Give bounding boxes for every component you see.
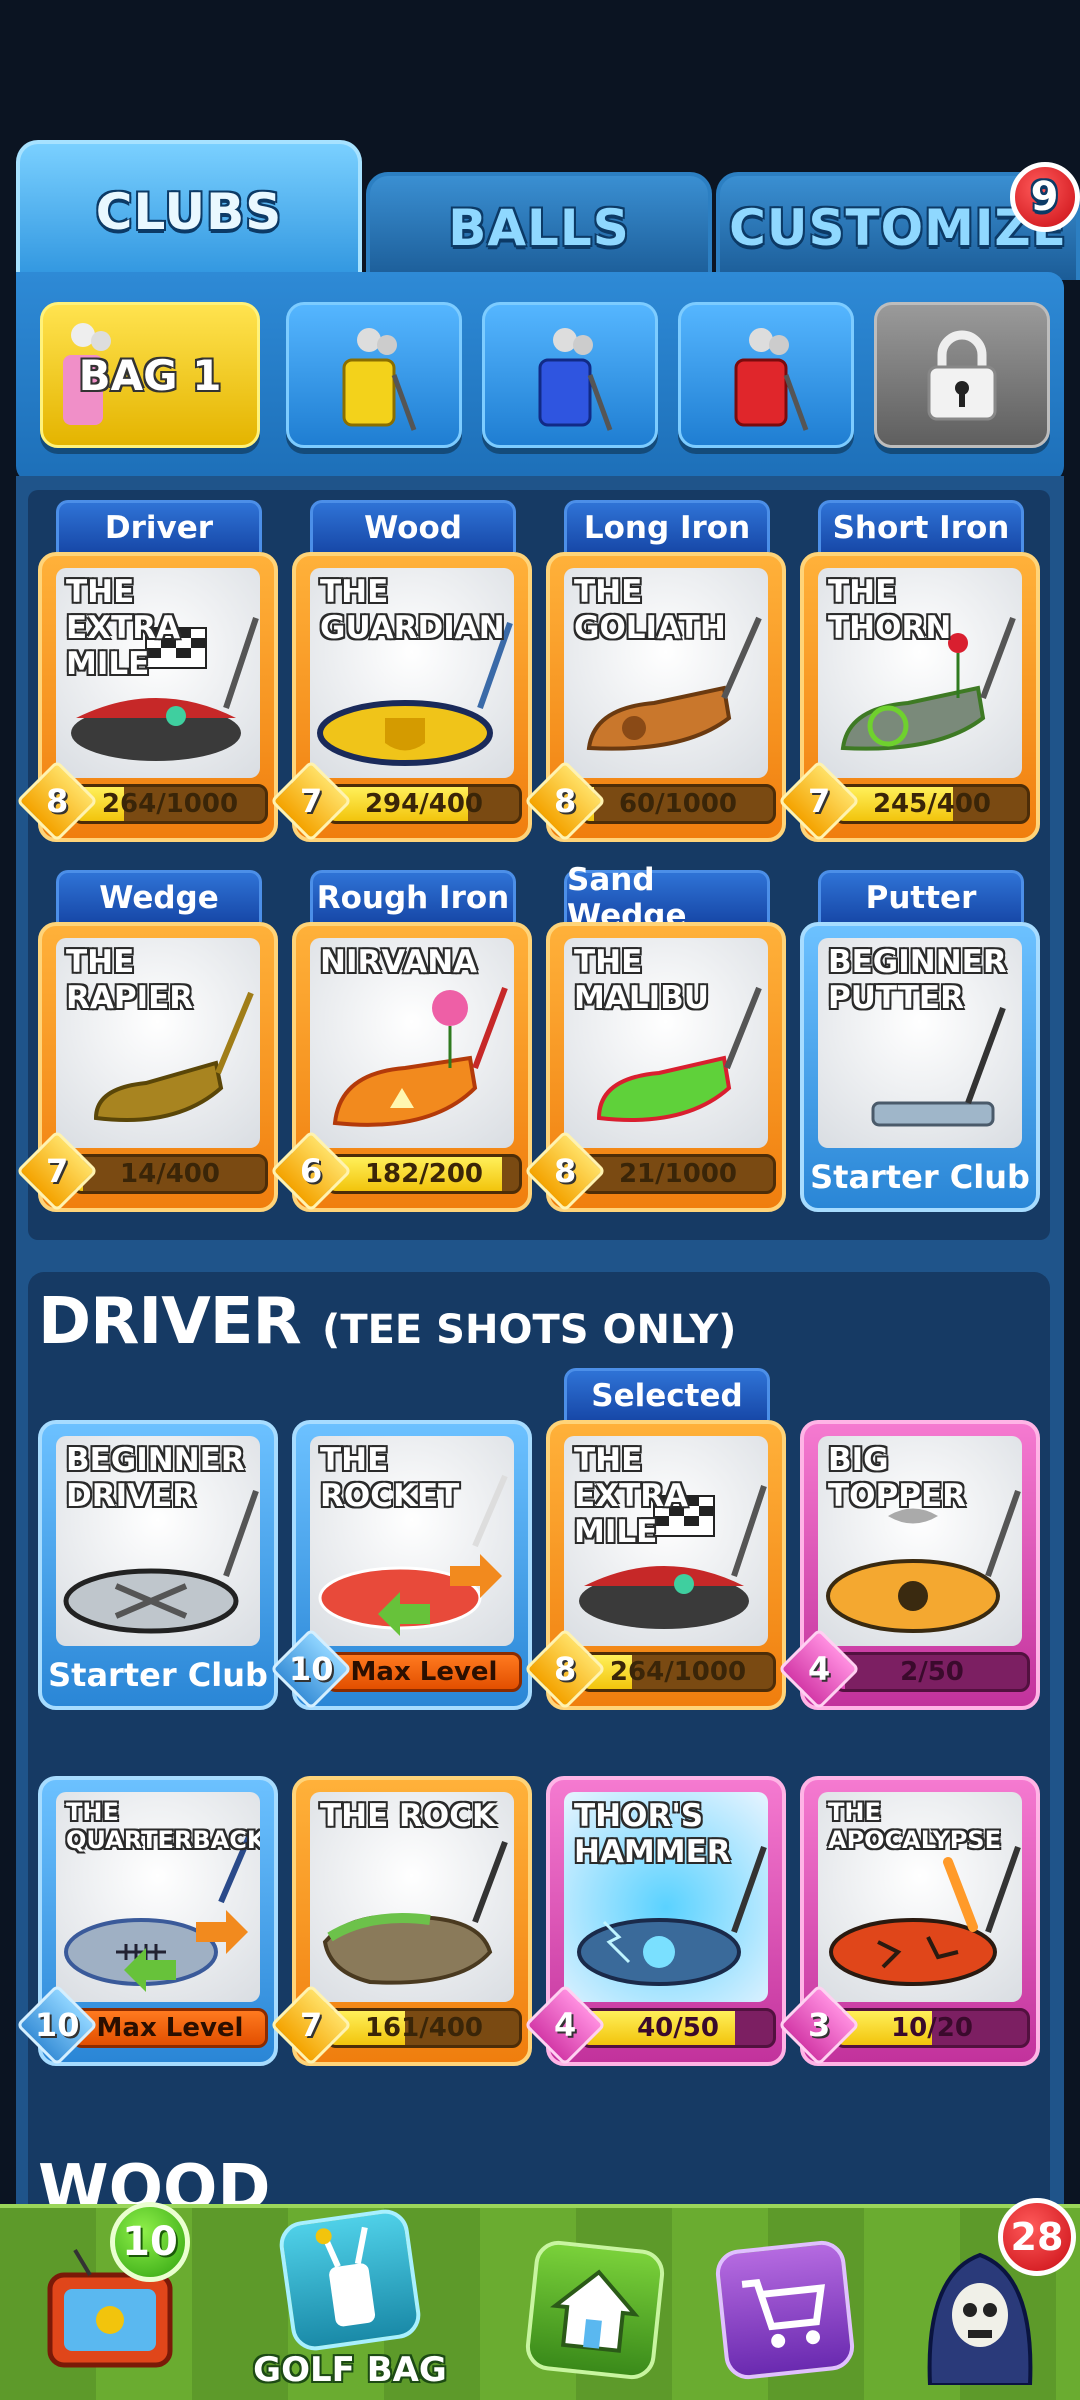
club-name: BEGINNER PUTTER	[828, 944, 1007, 1016]
club-name: NIRVANA	[320, 944, 478, 980]
club-name: THE THORN	[828, 574, 952, 646]
upgrade-progress-bar: 10/20	[834, 2008, 1030, 2048]
bag-selector: BAG 1	[16, 272, 1064, 482]
max-level-bar: Max Level	[326, 1652, 522, 1692]
club-name: THE GOLIATH	[574, 574, 726, 646]
nav-tv-rewards[interactable]: 10	[20, 2202, 200, 2398]
bag-4-button[interactable]	[678, 302, 854, 448]
driver-section-subtitle: (TEE SHOTS ONLY)	[322, 1307, 737, 1353]
driver-card-big-topper[interactable]: BIG TOPPER 2/50 4	[777, 1420, 1040, 1711]
golf-bag-label: GOLF BAG	[253, 2350, 447, 2390]
equipped-sand-wedge-card[interactable]: THE MALIBU 21/1000 8	[523, 922, 786, 1213]
home-icon	[550, 2269, 640, 2353]
equipped-wedge-card[interactable]: THE RAPIER 14/400 7	[15, 922, 278, 1213]
club-name: THE QUARTERBACK	[66, 1798, 260, 1854]
starter-club-label: Starter Club	[48, 1656, 268, 1694]
bottom-navigation: 10 GOLF BAG 28	[0, 2198, 1080, 2400]
club-name: BIG TOPPER	[828, 1442, 966, 1514]
driver-card-thors-hammer[interactable]: THOR'S HAMMER 40/50 4	[523, 1776, 786, 2067]
club-name: THOR'S HAMMER	[574, 1798, 731, 1870]
locked-bag-button[interactable]	[874, 302, 1050, 448]
equipped-short-iron-card[interactable]: THE THORN 245/400 7	[777, 552, 1040, 843]
nav-profile[interactable]: 28	[890, 2198, 1076, 2398]
category-short-iron: Short Iron	[818, 500, 1024, 552]
upgrade-progress-bar: 40/50	[580, 2008, 776, 2048]
upgrade-progress-bar: 14/400	[72, 1154, 268, 1194]
driver-card-quarterback[interactable]: THE QUARTERBACK Max Level 10	[15, 1776, 278, 2067]
selected-label: Selected	[564, 1368, 770, 1420]
tv-rewards-badge: 10	[110, 2202, 190, 2282]
driver-card-rocket[interactable]: THE ROCKET Max Level 10	[269, 1420, 532, 1711]
club-name: THE EXTRA MILE	[66, 574, 181, 682]
equipped-putter-card[interactable]: BEGINNER PUTTER Starter Club	[800, 922, 1040, 1212]
tab-customize[interactable]: CUSTOMIZE 9	[716, 162, 1080, 280]
category-sand-wedge: Sand Wedge	[564, 862, 770, 934]
club-name: THE ROCKET	[320, 1442, 460, 1514]
upgrade-progress-bar: 294/400	[326, 784, 522, 824]
tab-clubs-label: CLUBS	[95, 183, 283, 241]
equipped-driver-card[interactable]: THE EXTRA MILE 264/1000 8	[15, 552, 278, 843]
club-name: THE APOCALYPSE	[828, 1798, 1001, 1854]
golf-bag-tile	[276, 2206, 424, 2354]
lock-icon	[927, 330, 997, 421]
equipped-long-iron-card[interactable]: THE GOLIATH 60/1000 8	[523, 552, 786, 843]
category-wedge: Wedge	[56, 870, 262, 922]
profile-notification-badge: 28	[998, 2198, 1076, 2276]
club-screen: CLUBS BALLS CUSTOMIZE 9 BAG 1 Driver THE…	[0, 0, 1080, 2400]
red-bag-icon	[734, 328, 809, 431]
bag-2-button[interactable]	[286, 302, 462, 448]
category-wood: Wood	[310, 500, 516, 552]
equipped-rough-iron-card[interactable]: NIRVANA 182/200 6	[269, 922, 532, 1213]
tab-clubs[interactable]: CLUBS	[16, 140, 362, 280]
blue-bag-icon	[538, 328, 613, 431]
equipped-wood-card[interactable]: THE GUARDIAN 294/400 7	[269, 552, 532, 843]
upgrade-progress-bar: 264/1000	[580, 1652, 776, 1692]
nav-home[interactable]	[505, 2222, 685, 2398]
driver-card-rock[interactable]: THE ROCK 161/400 7	[269, 1776, 532, 2067]
golf-bag-icon	[315, 2226, 376, 2327]
upgrade-progress-bar: 264/1000	[72, 784, 268, 824]
yellow-bag-icon	[342, 328, 417, 431]
driver-section-title: DRIVER (TEE SHOTS ONLY)	[38, 1285, 737, 1359]
driver-card-beginner[interactable]: BEGINNER DRIVER Starter Club	[38, 1420, 278, 1710]
upgrade-progress-bar: 182/200	[326, 1154, 522, 1194]
category-rough-iron: Rough Iron	[310, 870, 516, 922]
upgrade-progress-bar: 161/400	[326, 2008, 522, 2048]
nav-golf-bag[interactable]: GOLF BAG	[250, 2206, 450, 2398]
club-name: BEGINNER DRIVER	[66, 1442, 245, 1514]
bag-3-button[interactable]	[482, 302, 658, 448]
shop-tile	[713, 2238, 857, 2382]
tab-balls[interactable]: BALLS	[366, 172, 712, 280]
category-driver: Driver	[56, 500, 262, 552]
club-name: THE MALIBU	[574, 944, 709, 1016]
club-name: THE RAPIER	[66, 944, 194, 1016]
starter-club-label: Starter Club	[810, 1158, 1030, 1196]
tab-balls-label: BALLS	[448, 199, 630, 257]
club-name: THE EXTRA MILE	[574, 1442, 689, 1550]
club-name: THE ROCK	[320, 1798, 497, 1834]
upgrade-progress-bar: 2/50	[834, 1652, 1030, 1692]
driver-card-apocalypse[interactable]: THE APOCALYPSE 10/20 3	[777, 1776, 1040, 2067]
bag-1-button[interactable]: BAG 1	[40, 302, 260, 448]
home-tile	[523, 2238, 667, 2382]
customize-notification-badge: 9	[1010, 162, 1080, 232]
shopping-cart-icon	[741, 2279, 825, 2348]
tab-bar: CLUBS BALLS CUSTOMIZE 9	[16, 140, 1080, 280]
bag-1-label: BAG 1	[78, 350, 222, 400]
category-putter: Putter	[818, 870, 1024, 922]
driver-card-extra-mile[interactable]: THE EXTRA MILE 264/1000 8	[523, 1420, 786, 1711]
club-name: THE GUARDIAN	[320, 574, 505, 646]
max-level-bar: Max Level	[72, 2008, 268, 2048]
upgrade-progress-bar: 245/400	[834, 784, 1030, 824]
nav-shop[interactable]	[695, 2222, 875, 2398]
upgrade-progress-bar: 60/1000	[580, 784, 776, 824]
category-long-iron: Long Iron	[564, 500, 770, 552]
upgrade-progress-bar: 21/1000	[580, 1154, 776, 1194]
